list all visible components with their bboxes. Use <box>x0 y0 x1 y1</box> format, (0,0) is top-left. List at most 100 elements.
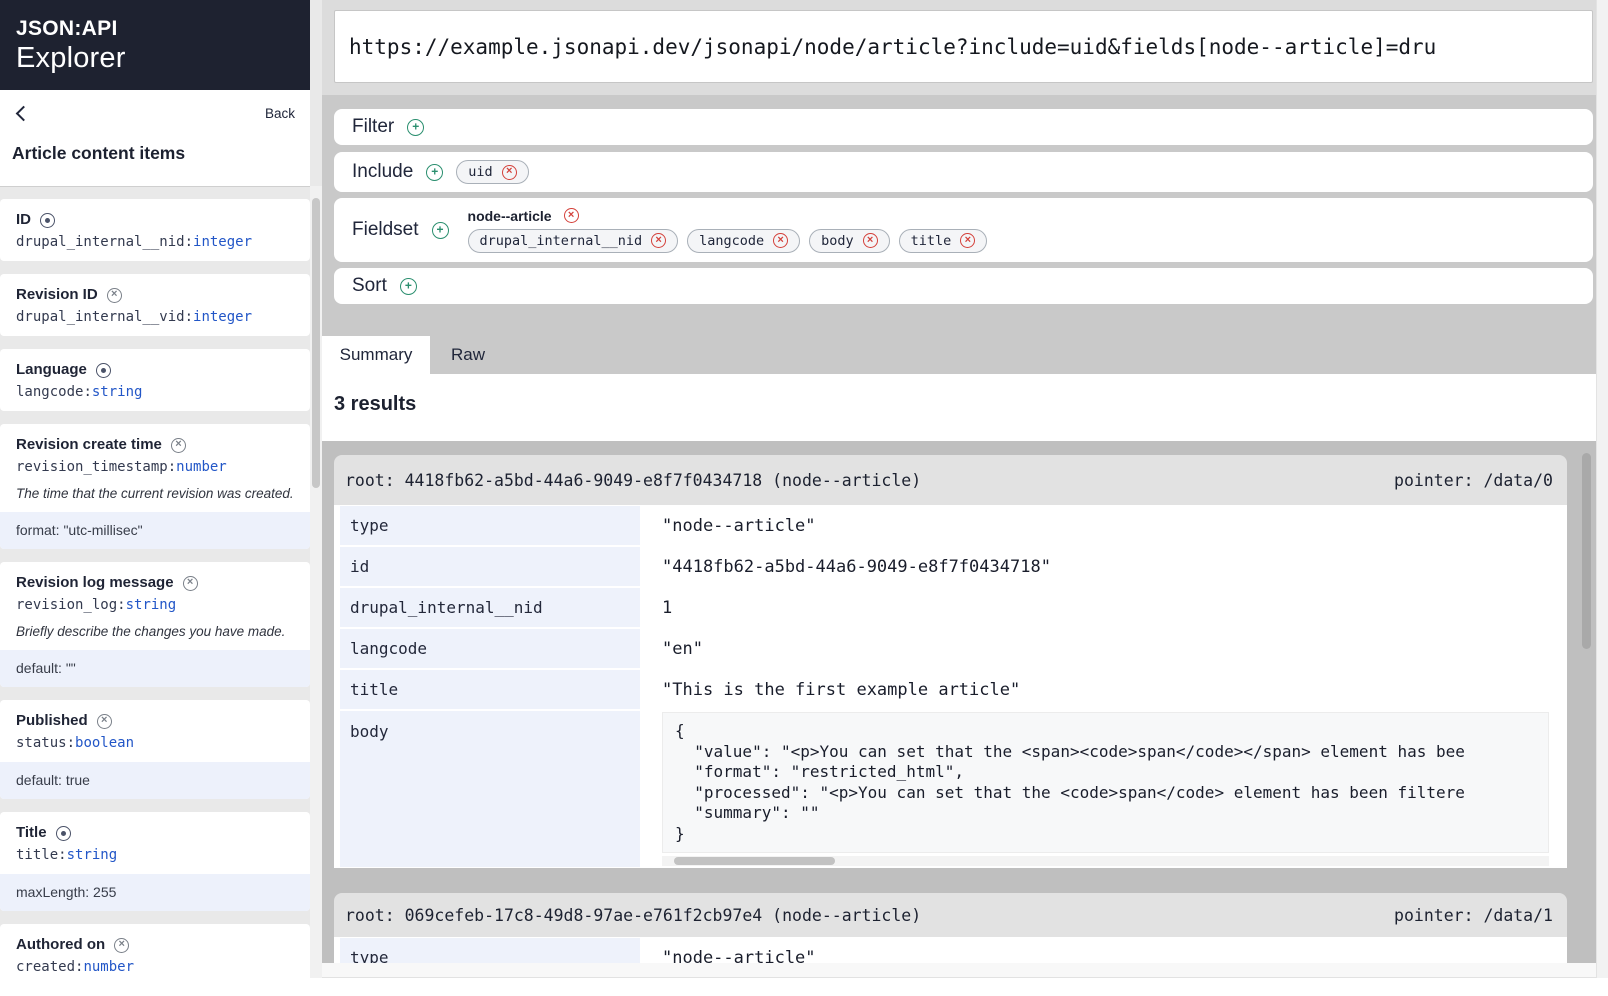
app-logo: JSON:API Explorer <box>0 0 310 90</box>
field-machine-name: drupal_internal__nid:integer <box>16 234 253 250</box>
field-card-revision-log-message[interactable]: Revision log message revision_log:string… <box>0 562 310 687</box>
field-target-icon <box>95 362 111 378</box>
url-bar <box>322 0 1596 95</box>
row-key: body <box>340 711 640 867</box>
add-fieldset-icon[interactable] <box>431 221 449 239</box>
field-machine-name: drupal_internal__vid:integer <box>16 309 253 325</box>
result-card: root: 069cefeb-17c8-49d8-97ae-e761f2cb97… <box>334 893 1567 963</box>
field-circle-x-icon <box>96 713 112 729</box>
remove-tag-icon[interactable] <box>862 233 878 248</box>
request-url-input[interactable] <box>334 10 1593 83</box>
field-detail: default: true <box>0 762 310 799</box>
row-value: "node--article" <box>662 947 816 964</box>
back-chevron-icon[interactable] <box>15 105 32 122</box>
result-card-header: root: 069cefeb-17c8-49d8-97ae-e761f2cb97… <box>334 893 1567 937</box>
footer-strip <box>0 978 1608 996</box>
sort-label: Sort <box>352 275 387 296</box>
code-hscrollbar-track[interactable] <box>662 856 1549 866</box>
fieldset-tag: drupal_internal__nid <box>467 228 679 253</box>
field-machine-name: title:string <box>16 847 118 863</box>
main-area: Filter Include uid Fieldset node--articl… <box>322 0 1596 996</box>
row-value: "en" <box>662 638 703 659</box>
body-json-code[interactable]: { "value": "<p>You can set that the <spa… <box>662 712 1549 853</box>
result-card-header: root: 4418fb62-a5bd-44a6-9049-e8f7f04347… <box>334 455 1567 505</box>
field-machine-name: langcode:string <box>16 384 143 400</box>
field-target-icon <box>55 825 71 841</box>
field-label: Revision log message <box>16 574 174 591</box>
remove-group-icon[interactable] <box>563 208 579 223</box>
field-card-title[interactable]: Title title:string maxLength: 255 <box>0 812 310 911</box>
field-card-id[interactable]: ID drupal_internal__nid:integer <box>0 199 310 261</box>
tab-summary[interactable]: Summary <box>322 336 430 374</box>
field-label: Language <box>16 361 87 378</box>
remove-tag-icon[interactable] <box>501 164 517 180</box>
field-label: ID <box>16 211 31 228</box>
row-value: "This is the first example article" <box>662 679 1021 700</box>
results-vscrollbar-thumb[interactable] <box>1582 453 1591 649</box>
row-key: drupal_internal__nid <box>340 588 640 627</box>
field-target-icon <box>40 212 55 228</box>
field-detail: default: "" <box>0 650 310 687</box>
include-tag-label: uid <box>468 164 493 180</box>
field-circle-x-icon <box>170 437 186 453</box>
remove-tag-icon[interactable] <box>651 233 667 248</box>
field-machine-name: status:boolean <box>16 735 135 751</box>
field-card-published[interactable]: Published status:boolean default: true <box>0 700 310 799</box>
field-label: Revision ID <box>16 286 98 303</box>
table-row: langcode "en" <box>334 628 1567 669</box>
field-machine-name: revision_timestamp:number <box>16 459 227 475</box>
field-detail: maxLength: 255 <box>0 874 310 911</box>
back-button[interactable]: Back <box>265 106 295 121</box>
results-region: root: 4418fb62-a5bd-44a6-9049-e8f7f04347… <box>322 441 1596 963</box>
row-value: "node--article" <box>662 515 816 536</box>
field-list: ID drupal_internal__nid:integer Revision… <box>0 186 310 978</box>
field-card-language[interactable]: Language langcode:string <box>0 349 310 411</box>
include-section: Include uid <box>334 152 1593 192</box>
sidebar-scrollbar-thumb[interactable] <box>312 198 320 488</box>
field-label: Authored on <box>16 936 106 953</box>
add-include-icon[interactable] <box>426 163 444 181</box>
sidebar-scrollbar-track[interactable] <box>310 186 322 978</box>
sort-section: Sort <box>334 268 1593 304</box>
row-value-block: { "value": "<p>You can set that the <spa… <box>640 710 1567 868</box>
sidebar: JSON:API Explorer Back Article content i… <box>0 0 322 996</box>
result-card: root: 4418fb62-a5bd-44a6-9049-e8f7f04347… <box>334 455 1567 868</box>
page-scrollbar-track[interactable] <box>1596 0 1608 996</box>
table-row: type "node--article" <box>334 937 1567 963</box>
results-hscrollbar-track[interactable] <box>322 963 1596 978</box>
field-label: Published <box>16 712 88 729</box>
fieldset-tag-label: langcode <box>699 232 765 249</box>
field-circle-x-icon <box>106 287 122 303</box>
remove-tag-icon[interactable] <box>773 233 789 248</box>
fieldset-tag: title <box>898 228 988 253</box>
fieldset-tag-label: title <box>910 232 952 249</box>
field-description: The time that the current revision was c… <box>16 486 294 501</box>
include-tag: uid <box>456 160 529 184</box>
field-card-revision-id[interactable]: Revision ID drupal_internal__vid:integer <box>0 274 310 336</box>
add-filter-icon[interactable] <box>407 118 425 136</box>
result-pointer: pointer: /data/1 <box>1394 905 1553 925</box>
sidebar-nav-panel: Back Article content items <box>0 90 310 186</box>
code-hscrollbar-thumb[interactable] <box>674 857 835 865</box>
field-card-authored-on[interactable]: Authored on created:number The time that… <box>0 924 310 978</box>
panel-title: Article content items <box>12 143 186 163</box>
tab-raw[interactable]: Raw <box>430 336 506 374</box>
field-detail: format: "utc-millisec" <box>0 512 310 549</box>
table-row: drupal_internal__nid 1 <box>334 587 1567 628</box>
result-root: root: 4418fb62-a5bd-44a6-9049-e8f7f04347… <box>345 470 922 490</box>
fieldset-tags: drupal_internal__nid langcode body title <box>467 228 988 253</box>
remove-tag-icon[interactable] <box>960 233 976 248</box>
field-machine-name: revision_log:string <box>16 597 177 613</box>
result-table: type "node--article" <box>334 937 1567 963</box>
include-label: Include <box>352 161 414 182</box>
result-table: type "node--article" id "4418fb62-a5bd-4… <box>334 505 1567 868</box>
result-root: root: 069cefeb-17c8-49d8-97ae-e761f2cb97… <box>345 905 922 925</box>
field-card-revision-create-time[interactable]: Revision create time revision_timestamp:… <box>0 424 310 549</box>
row-value: 1 <box>662 597 673 618</box>
fieldset-label: Fieldset <box>352 219 419 240</box>
fieldset-content: node--article drupal_internal__nid langc… <box>467 208 988 253</box>
fieldset-tag: body <box>809 228 890 253</box>
field-circle-x-icon <box>114 937 130 953</box>
row-key: id <box>340 547 640 586</box>
add-sort-icon[interactable] <box>399 277 417 295</box>
